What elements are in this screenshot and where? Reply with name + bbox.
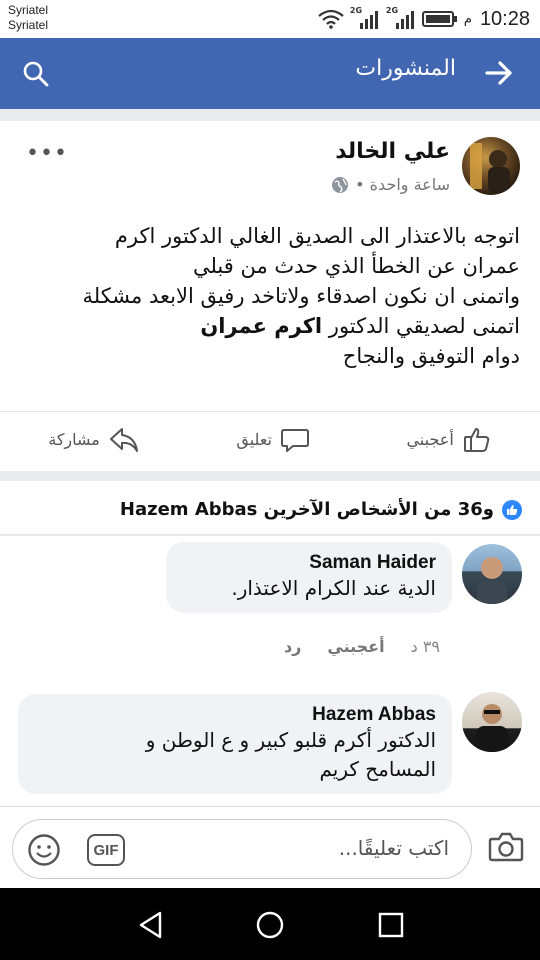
status-bar: Syriatel Syriatel 2G 2G م 10:28 xyxy=(0,0,540,38)
reactions-text: و36 من الأشخاص الآخرين Hazem Abbas xyxy=(119,499,494,520)
page-title: المنشورات xyxy=(355,56,456,81)
author-avatar[interactable] xyxy=(462,137,520,195)
more-options-icon[interactable]: ••• xyxy=(26,141,68,166)
post-text-end: دوام التوفيق والنجاح xyxy=(342,344,520,368)
battery-icon xyxy=(421,11,457,27)
comment-icon xyxy=(280,428,309,452)
camera-icon[interactable] xyxy=(488,831,524,863)
comment-button[interactable]: تعليق xyxy=(236,425,310,455)
post-text-bold: اكرم عمران xyxy=(200,314,323,338)
comment-placeholder: اكتب تعليقًا... xyxy=(338,836,449,860)
gif-label: GIF xyxy=(93,841,119,859)
comment-text: الدية عند الكرام الاعتذار. xyxy=(231,576,436,600)
post-card: علي الخالد ساعة واحدة • ••• اتوجه بالاعت… xyxy=(0,121,540,471)
thumbs-up-icon xyxy=(463,427,490,452)
like-reaction-icon xyxy=(502,499,522,520)
carrier-2: Syriatel xyxy=(8,18,49,32)
commenter-avatar[interactable] xyxy=(462,544,522,604)
comment-bubble[interactable]: Hazem Abbas الدكتور أكرم قلبو كبير و ع ا… xyxy=(18,694,452,794)
recents-nav-icon[interactable] xyxy=(376,910,406,940)
comment-bubble[interactable]: Saman Haider الدية عند الكرام الاعتذار. xyxy=(166,542,452,613)
share-button[interactable]: مشاركة xyxy=(48,425,140,455)
signal-icon-2: 2G xyxy=(386,6,416,30)
comment-reply-button[interactable]: رد xyxy=(284,637,301,656)
comment-input[interactable]: اكتب تعليقًا... GIF xyxy=(12,819,472,879)
post-body: اتوجه بالاعتذار الى الصديق الغالي الدكتو… xyxy=(20,221,521,371)
search-icon[interactable] xyxy=(22,60,50,88)
signal-icon: 2G xyxy=(350,6,380,30)
home-nav-icon[interactable] xyxy=(255,910,285,940)
post-meta: ساعة واحدة • xyxy=(331,175,450,194)
back-nav-icon[interactable] xyxy=(136,910,166,940)
comment-author[interactable]: Saman Haider xyxy=(182,552,436,574)
post-time: ساعة واحدة • xyxy=(355,175,450,194)
comment-like-button[interactable]: أعجبني xyxy=(327,637,384,656)
like-button[interactable]: أعجبني xyxy=(406,425,491,455)
system-nav-bar xyxy=(0,888,540,960)
am-pm: م xyxy=(463,11,472,27)
wifi-icon xyxy=(318,9,344,29)
emoji-icon[interactable] xyxy=(27,833,61,867)
comment-label: تعليق xyxy=(236,430,272,449)
comment-actions: ٣٩ د أعجبني رد xyxy=(284,637,440,656)
globe-icon xyxy=(332,176,349,193)
reactions-summary[interactable]: و36 من الأشخاص الآخرين Hazem Abbas xyxy=(0,481,540,535)
comment-text: الدكتور أكرم قلبو كبير و ع الوطن و المسا… xyxy=(145,728,436,781)
commenter-avatar[interactable] xyxy=(462,692,522,752)
post-author-name[interactable]: علي الخالد xyxy=(335,139,450,164)
clock: 10:28 xyxy=(479,7,530,30)
like-label: أعجبني xyxy=(406,430,454,449)
carrier-1: Syriatel xyxy=(8,3,49,17)
comments-list: Saman Haider الدية عند الكرام الاعتذار. … xyxy=(0,536,540,806)
status-icons: 2G 2G م 10:28 xyxy=(318,6,530,32)
share-label: مشاركة xyxy=(48,430,100,449)
comment-author[interactable]: Hazem Abbas xyxy=(34,704,436,726)
comment-time: ٣٩ د xyxy=(410,637,440,656)
share-icon xyxy=(109,427,138,452)
post-actions: أعجبني تعليق مشاركة xyxy=(0,411,540,461)
gif-button[interactable]: GIF xyxy=(87,834,125,866)
back-arrow-icon[interactable] xyxy=(484,58,514,88)
app-bar: المنشورات xyxy=(0,38,540,109)
comment-composer: اكتب تعليقًا... GIF xyxy=(0,806,540,888)
feed-content[interactable]: علي الخالد ساعة واحدة • ••• اتوجه بالاعت… xyxy=(0,109,540,806)
